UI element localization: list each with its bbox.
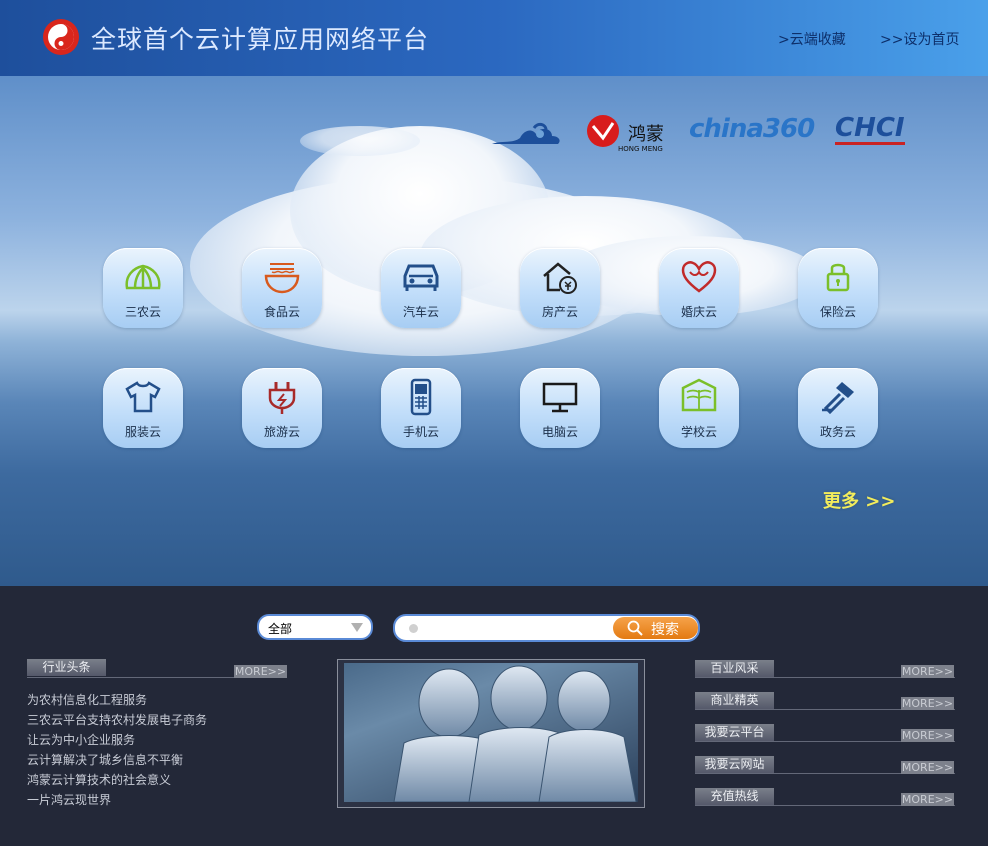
tab-cloud-website[interactable]: 我要云网站 bbox=[695, 756, 774, 773]
app-tile-government[interactable]: 政务云 bbox=[798, 368, 878, 448]
house-icon bbox=[543, 262, 577, 294]
chevron-down-icon bbox=[351, 623, 363, 632]
tab-recharge-hotline[interactable]: 充值热线 bbox=[695, 788, 774, 805]
app-tile-mobile[interactable]: 手机云 bbox=[381, 368, 461, 448]
business-elite-more-button[interactable]: MORE>> bbox=[901, 697, 954, 710]
app-label: 保险云 bbox=[819, 305, 856, 319]
app-label: 汽车云 bbox=[402, 305, 439, 319]
app-tile-food[interactable]: 食品云 bbox=[242, 248, 322, 328]
hongmeng-logo: 鸿蒙 HONG MENG bbox=[586, 114, 668, 154]
book-icon bbox=[681, 378, 717, 412]
search-dot-icon bbox=[409, 624, 418, 633]
app-tile-computer[interactable]: 电脑云 bbox=[520, 368, 600, 448]
news-item[interactable]: 三农云平台支持农村发展电子商务 bbox=[27, 710, 287, 730]
heart-icon bbox=[681, 261, 717, 293]
shirt-icon bbox=[125, 381, 161, 413]
set-homepage-link[interactable]: >>设为首页 bbox=[880, 29, 959, 49]
app-label: 政务云 bbox=[819, 425, 856, 439]
hero-banner: 鸿蒙 HONG MENG china360 CHCI 三农云 食品云 汽车云 房… bbox=[0, 76, 988, 586]
lock-icon bbox=[826, 263, 850, 292]
app-label: 食品云 bbox=[263, 305, 300, 319]
paper-people-image bbox=[344, 663, 638, 802]
cloud-decoration bbox=[300, 126, 420, 156]
app-tile-car[interactable]: 汽车云 bbox=[381, 248, 461, 328]
monitor-icon bbox=[542, 382, 578, 413]
search-button[interactable]: 搜索 bbox=[613, 617, 698, 639]
app-label: 电脑云 bbox=[541, 425, 578, 439]
app-label: 学校云 bbox=[680, 425, 717, 439]
industries-more-button[interactable]: MORE>> bbox=[901, 665, 954, 678]
tab-industry-headlines[interactable]: 行业头条 bbox=[27, 659, 106, 676]
app-tile-agriculture[interactable]: 三农云 bbox=[103, 248, 183, 328]
leaf-icon bbox=[125, 264, 161, 290]
app-label: 婚庆云 bbox=[680, 305, 717, 319]
app-tile-wedding[interactable]: 婚庆云 bbox=[659, 248, 739, 328]
noodle-bowl-icon bbox=[264, 263, 300, 294]
search-input[interactable]: 搜索 bbox=[393, 614, 700, 642]
news-item[interactable]: 为农村信息化工程服务 bbox=[27, 690, 287, 710]
stamp-icon bbox=[822, 382, 854, 415]
app-label: 三农云 bbox=[124, 305, 161, 319]
header-bar: 全球首个云计算应用网络平台 >云端收藏 >>设为首页 bbox=[0, 0, 988, 76]
hongmeng-caption: HONG MENG bbox=[618, 145, 663, 153]
cloud-platform-more-button[interactable]: MORE>> bbox=[901, 729, 954, 742]
site-logo-icon bbox=[43, 19, 79, 55]
feature-photo[interactable] bbox=[337, 659, 645, 808]
cloud-emblem-logo-icon bbox=[492, 122, 560, 144]
news-list: 为农村信息化工程服务 三农云平台支持农村发展电子商务 让云为中小企业服务 云计算… bbox=[27, 690, 287, 810]
app-tile-travel[interactable]: 旅游云 bbox=[242, 368, 322, 448]
app-tile-insurance[interactable]: 保险云 bbox=[798, 248, 878, 328]
tab-industries[interactable]: 百业风采 bbox=[695, 660, 774, 677]
news-item[interactable]: 一片鸿云现世界 bbox=[27, 790, 287, 810]
news-item[interactable]: 让云为中小企业服务 bbox=[27, 730, 287, 750]
category-select-value: 全部 bbox=[268, 622, 293, 636]
bookmark-link[interactable]: >云端收藏 bbox=[778, 29, 846, 49]
app-label: 服装云 bbox=[124, 425, 161, 439]
search-icon bbox=[627, 620, 643, 636]
app-label: 手机云 bbox=[402, 425, 439, 439]
svg-text:鸿蒙: 鸿蒙 bbox=[628, 124, 664, 145]
tab-cloud-platform[interactable]: 我要云平台 bbox=[695, 724, 774, 741]
tab-business-elite[interactable]: 商业精英 bbox=[695, 692, 774, 709]
search-button-label: 搜索 bbox=[651, 622, 679, 638]
more-link[interactable]: 更多 >> bbox=[823, 487, 895, 513]
car-icon bbox=[403, 264, 439, 291]
category-select[interactable]: 全部 bbox=[257, 614, 373, 640]
plug-icon bbox=[268, 382, 296, 414]
app-label: 房产云 bbox=[541, 305, 578, 319]
chci-logo: CHCI bbox=[835, 113, 905, 145]
industry-more-button[interactable]: MORE>> bbox=[234, 665, 287, 678]
mobile-phone-icon bbox=[410, 378, 432, 416]
app-label: 旅游云 bbox=[263, 425, 300, 439]
news-item[interactable]: 鸿蒙云计算技术的社会意义 bbox=[27, 770, 287, 790]
recharge-hotline-more-button[interactable]: MORE>> bbox=[901, 793, 954, 806]
app-tile-school[interactable]: 学校云 bbox=[659, 368, 739, 448]
news-item[interactable]: 云计算解决了城乡信息不平衡 bbox=[27, 750, 287, 770]
site-title: 全球首个云计算应用网络平台 bbox=[91, 25, 430, 54]
app-tile-clothing[interactable]: 服装云 bbox=[103, 368, 183, 448]
cloud-website-more-button[interactable]: MORE>> bbox=[901, 761, 954, 774]
app-tile-real-estate[interactable]: 房产云 bbox=[520, 248, 600, 328]
china360-logo: china360 bbox=[689, 114, 815, 144]
people-figures-icon bbox=[393, 665, 637, 802]
